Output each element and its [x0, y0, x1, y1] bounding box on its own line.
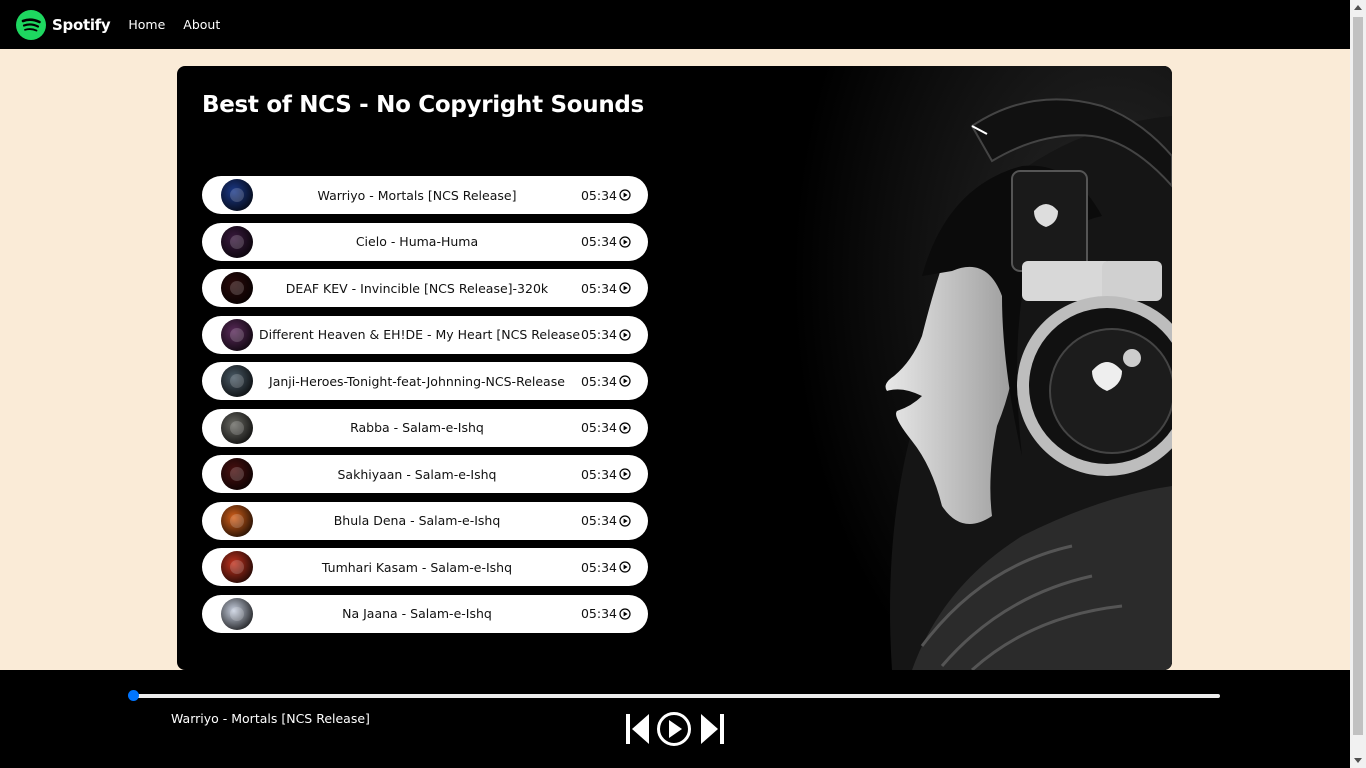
- song-cover-image: [221, 504, 253, 537]
- song-duration: 05:34: [581, 374, 631, 389]
- navbar: Spotify Home About: [0, 0, 1350, 49]
- logo[interactable]: Spotify: [16, 9, 111, 40]
- skip-previous-icon[interactable]: [625, 711, 651, 747]
- song-item[interactable]: Sakhiyaan - Salam-e-Ishq 05:34: [202, 455, 648, 493]
- nav-link-about[interactable]: About: [183, 17, 220, 32]
- song-duration: 05:34: [581, 281, 631, 296]
- song-title: Bhula Dena - Salam-e-Ishq: [333, 513, 501, 528]
- song-title: Janji-Heroes-Tonight-feat-Johnning-NCS-R…: [269, 373, 565, 389]
- song-cover-image: [221, 458, 253, 490]
- song-title: Sakhiyaan - Salam-e-Ishq: [337, 466, 497, 482]
- song-title: DEAF KEV - Invincible [NCS Release]-320k: [285, 280, 549, 296]
- play-circle-icon[interactable]: [619, 607, 631, 620]
- song-cover-image: [221, 597, 253, 630]
- song-title: Warriyo - Mortals [NCS Release]: [317, 187, 517, 203]
- song-cover-image: [221, 318, 253, 351]
- play-circle-icon[interactable]: [619, 235, 631, 248]
- song-item[interactable]: Janji-Heroes-Tonight-feat-Johnning-NCS-R…: [202, 362, 648, 400]
- song-title: Rabba - Salam-e-Ishq: [350, 420, 484, 435]
- song-title: Cielo - Huma-Huma: [355, 234, 479, 249]
- play-circle-icon[interactable]: [619, 514, 631, 527]
- song-item[interactable]: Cielo - Huma-Huma 05:34: [202, 222, 648, 261]
- playback-controls: [625, 711, 725, 747]
- song-duration: 05:34: [581, 420, 631, 435]
- playlist-title: Best of NCS - No Copyright Sounds: [202, 92, 644, 118]
- song-cover-image: [221, 365, 253, 397]
- song-duration: 05:34: [581, 327, 631, 342]
- brand-name: Spotify: [52, 15, 111, 34]
- song-item[interactable]: Bhula Dena - Salam-e-Ishq 05:34: [202, 501, 648, 540]
- song-cover-image: [221, 272, 253, 304]
- play-circle-icon[interactable]: [619, 189, 631, 201]
- song-duration: 05:34: [581, 606, 631, 621]
- song-title: Different Heaven & EH!DE - My Heart [NCS…: [259, 327, 581, 342]
- song-cover-image: [221, 225, 253, 258]
- song-duration: 05:34: [581, 467, 631, 482]
- play-circle-icon[interactable]: [619, 421, 631, 434]
- song-list: Warriyo - Mortals [NCS Release] 05:34 Ci…: [202, 176, 648, 641]
- song-item[interactable]: Na Jaana - Salam-e-Ishq 05:34: [202, 594, 648, 633]
- player-bar: Warriyo - Mortals [NCS Release]: [0, 670, 1350, 768]
- play-circle-icon[interactable]: [619, 328, 631, 341]
- song-duration: 05:34: [581, 560, 631, 575]
- play-circle-icon[interactable]: [619, 468, 631, 480]
- skip-next-icon[interactable]: [699, 711, 725, 747]
- song-duration: 05:34: [581, 234, 631, 249]
- song-cover-image: [221, 411, 253, 444]
- song-title: Na Jaana - Salam-e-Ishq: [342, 606, 492, 621]
- song-title: Tumhari Kasam - Salam-e-Ishq: [321, 559, 513, 575]
- headphones-girl-image: [772, 66, 1172, 670]
- nav-link-home[interactable]: Home: [128, 17, 165, 32]
- play-circle-icon[interactable]: [619, 375, 631, 387]
- progress-bar[interactable]: [128, 690, 1220, 701]
- scroll-up-icon[interactable]: [1354, 5, 1362, 10]
- song-item[interactable]: Different Heaven & EH!DE - My Heart [NCS…: [202, 315, 648, 354]
- song-duration: 05:34: [581, 188, 631, 203]
- song-cover-image: [221, 551, 253, 583]
- playlist-container: Best of NCS - No Copyright Sounds Warriy…: [177, 66, 1172, 670]
- spotify-logo-icon: [16, 9, 46, 40]
- scroll-down-icon[interactable]: [1354, 758, 1362, 763]
- play-circle-icon[interactable]: [619, 282, 631, 294]
- play-circle-icon[interactable]: [655, 711, 693, 747]
- song-item[interactable]: Rabba - Salam-e-Ishq 05:34: [202, 408, 648, 447]
- song-duration: 05:34: [581, 513, 631, 528]
- song-item[interactable]: Warriyo - Mortals [NCS Release] 05:34: [202, 176, 648, 214]
- song-item[interactable]: Tumhari Kasam - Salam-e-Ishq 05:34: [202, 548, 648, 586]
- song-cover-image: [221, 179, 253, 211]
- scrollbar-thumb[interactable]: [1353, 17, 1363, 735]
- play-circle-icon[interactable]: [619, 561, 631, 573]
- now-playing-title: Warriyo - Mortals [NCS Release]: [171, 711, 370, 726]
- page-scrollbar[interactable]: [1350, 0, 1366, 768]
- song-item[interactable]: DEAF KEV - Invincible [NCS Release]-320k…: [202, 269, 648, 307]
- progress-handle[interactable]: [128, 690, 139, 701]
